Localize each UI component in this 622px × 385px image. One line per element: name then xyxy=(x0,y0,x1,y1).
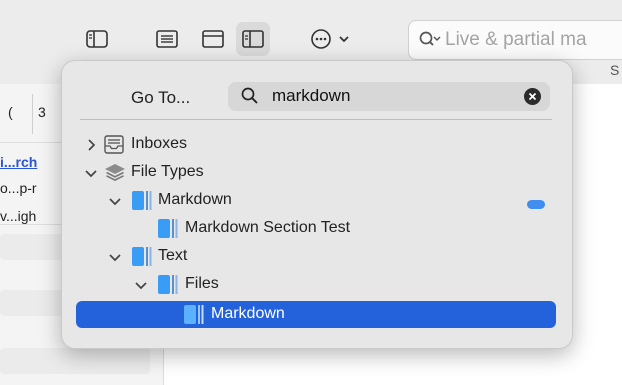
split-view-icon xyxy=(202,30,224,48)
view-split-button[interactable] xyxy=(196,22,230,56)
tab-fragment: ( xyxy=(8,104,13,120)
inbox-icon xyxy=(104,135,124,154)
columns-view-icon xyxy=(242,30,264,48)
toolbar-search-field[interactable]: Live & partial ma xyxy=(408,20,622,60)
ellipsis-circle-icon xyxy=(311,29,331,49)
group-icon xyxy=(132,247,152,266)
tree-item-label: Markdown xyxy=(158,191,232,208)
close-icon xyxy=(528,92,537,101)
tree-item-markdown[interactable]: Markdown xyxy=(76,187,556,214)
search-placeholder: Live & partial ma xyxy=(445,29,587,50)
chevron-down-icon[interactable] xyxy=(134,278,148,292)
layers-icon xyxy=(105,164,125,181)
column-header-fragment: S xyxy=(610,62,620,78)
tree-item-label: Markdown Section Test xyxy=(185,219,351,236)
tree-item-label: File Types xyxy=(131,163,204,180)
view-list-button[interactable] xyxy=(150,22,184,56)
tree-item-text[interactable]: Text xyxy=(76,243,556,270)
tree-item-label: Text xyxy=(158,247,188,264)
chevron-down-icon xyxy=(339,36,349,43)
group-icon xyxy=(158,275,178,294)
goto-search-value: markdown xyxy=(272,86,351,105)
tree-item-label: Files xyxy=(185,275,219,292)
group-icon xyxy=(184,305,204,324)
tree-item-label: Markdown xyxy=(211,305,285,322)
tree-item-inboxes[interactable]: Inboxes xyxy=(76,131,556,158)
tree-item-files[interactable]: Files xyxy=(76,271,556,298)
group-icon xyxy=(158,219,178,238)
result-snippet: o...p-r xyxy=(0,180,37,196)
sidebar-toggle-button[interactable] xyxy=(80,22,114,56)
tree-item-markdown-section-test[interactable]: Markdown Section Test xyxy=(76,215,556,242)
color-tag-badge xyxy=(527,200,545,209)
divider xyxy=(80,119,552,120)
chevron-down-icon[interactable] xyxy=(108,250,122,264)
chevron-down-icon[interactable] xyxy=(84,166,98,180)
go-to-popover: Go To... markdown Inboxes File Types Mar… xyxy=(61,60,573,349)
tree-item-label: Inboxes xyxy=(131,135,188,152)
group-icon xyxy=(132,191,152,210)
list-view-icon xyxy=(156,30,178,48)
tab-fragment: 3 xyxy=(38,104,46,120)
view-columns-button[interactable] xyxy=(236,22,270,56)
result-link[interactable]: i...rch xyxy=(0,154,37,170)
tree-item-file-types[interactable]: File Types xyxy=(76,159,556,186)
chevron-down-icon[interactable] xyxy=(108,194,122,208)
goto-search-field[interactable]: markdown xyxy=(228,82,550,111)
result-snippet: v...igh xyxy=(0,208,37,224)
search-icon xyxy=(419,31,441,46)
tree-item-markdown-selected[interactable]: Markdown xyxy=(76,301,556,328)
sidebar-icon xyxy=(86,30,108,48)
clear-search-button[interactable] xyxy=(524,88,541,105)
more-actions-button[interactable] xyxy=(306,22,354,56)
search-icon xyxy=(241,87,258,104)
chevron-right-icon[interactable] xyxy=(84,138,98,152)
goto-label: Go To... xyxy=(131,88,191,107)
